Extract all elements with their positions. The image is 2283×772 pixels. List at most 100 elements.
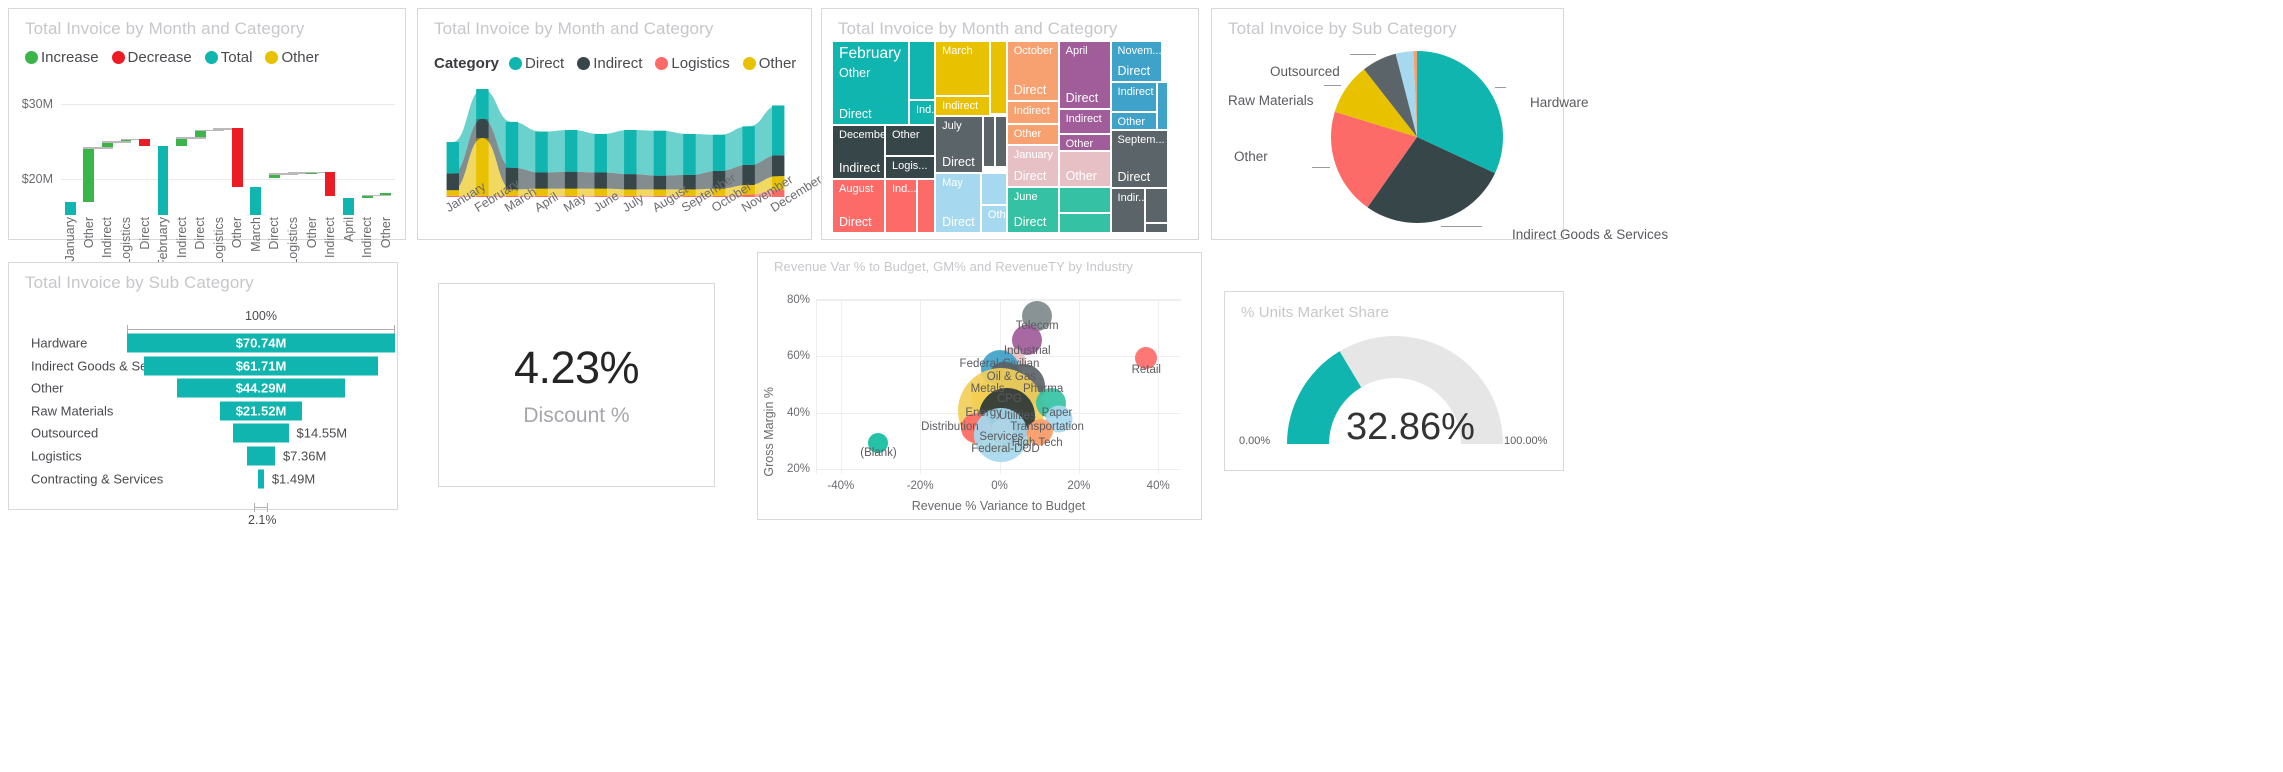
stream-column-other[interactable] [742,184,755,195]
treemap-cell[interactable]: Septem... Direct [1110,130,1168,188]
waterfall-bar[interactable] [324,171,336,196]
stream-column-direct[interactable] [505,121,519,168]
stream-column-other[interactable] [771,176,785,190]
treemap-cell[interactable] [995,115,1007,167]
stream-column-direct[interactable] [683,133,696,175]
scatter-plot[interactable]: -40% -20% 0% 20% 40% 20% 40% 60% 80% Telecom Indus… [758,283,1201,513]
treemap-cell[interactable] [908,41,936,100]
stream-column-direct[interactable] [712,134,726,171]
panel-stream-area[interactable]: Total Invoice by Month and Category Cate… [417,8,825,240]
stream-column-logistics[interactable] [653,195,667,197]
stream-column-direct[interactable] [624,129,637,175]
funnel-bar[interactable] [233,423,289,443]
treemap-cell[interactable]: Indirect [935,95,990,116]
stream-column-logistics[interactable] [564,195,578,197]
treemap-cell[interactable] [917,179,936,233]
stream-column-other[interactable] [683,189,696,196]
funnel-bar[interactable] [258,469,264,489]
panel-funnel[interactable]: Total Invoice by Sub Category 100% Hardwa… [8,262,398,527]
treemap-cell[interactable]: December Indirect [832,124,885,180]
stream-column-logistics[interactable] [712,195,726,197]
stream-column-indirect[interactable] [771,155,785,177]
stream-column-other[interactable] [505,189,519,196]
stream-column-indirect[interactable] [564,171,578,189]
panel-waterfall[interactable]: Total Invoice by Month and Category Incr… [8,8,406,336]
treemap-cell[interactable] [1157,82,1168,131]
panel-treemap[interactable]: Total Invoice by Month and Category Febr… [821,8,1199,240]
stream-column-logistics[interactable] [594,195,607,197]
legend-item-total[interactable]: Total [204,49,252,66]
stream-column-other[interactable] [564,188,578,196]
treemap-cell[interactable]: Other [884,124,936,157]
legend-item-direct[interactable]: Direct [509,55,564,72]
funnel-bar[interactable]: $44.29M [177,378,345,398]
waterfall-bar[interactable] [231,128,243,187]
stream-column-logistics[interactable] [771,189,785,197]
treemap-cell[interactable]: Other [1058,134,1111,152]
waterfall-bar[interactable] [64,201,76,215]
treemap-cell[interactable]: June Direct [1006,186,1059,233]
stream-column-other[interactable] [446,190,460,196]
treemap-cell[interactable]: Novem... Direct [1110,41,1163,83]
waterfall-bar[interactable] [250,186,262,215]
stream-column-indirect[interactable] [742,164,755,185]
stream-column-direct[interactable] [446,141,460,174]
stream-plot[interactable] [438,89,793,202]
stream-column-indirect[interactable] [712,170,726,189]
stream-column-logistics[interactable] [446,195,460,197]
waterfall-plot[interactable]: $30M $20M [22,97,395,215]
legend-item-other[interactable]: Other [742,55,796,72]
stream-column-logistics[interactable] [505,195,519,197]
funnel-bar[interactable] [247,446,275,466]
pie-svg[interactable] [1212,37,1565,251]
panel-scatter-bubble[interactable]: Revenue Var % to Budget, GM% and Revenue… [757,252,1202,520]
pie-plot[interactable]: Hardware Indirect Goods & Services Other Ra… [1212,37,1668,251]
waterfall-legend[interactable]: Increase Decrease Total Other [25,49,328,66]
treemap-cell[interactable] [1145,223,1168,233]
funnel-bar[interactable]: $61.71M [144,356,378,376]
stream-column-logistics[interactable] [683,195,696,197]
stream-column-direct[interactable] [535,131,548,173]
treemap-cell[interactable] [989,41,1007,114]
waterfall-bar[interactable] [343,197,354,215]
stream-column-indirect[interactable] [535,172,548,189]
gauge-plot[interactable]: 0.00% 100.00% 32.86% [1225,322,1563,487]
treemap-cell[interactable]: May Direct [935,173,981,233]
treemap-cell[interactable] [1058,212,1111,233]
stream-column-other[interactable] [712,188,726,196]
legend-item-logistics[interactable]: Logistics [655,55,730,72]
funnel-plot[interactable]: 100% Hardware $70.74M Indirect Goods & Ser…… [9,297,397,527]
treemap-cell[interactable] [980,173,1007,206]
panel-gauge[interactable]: % Units Market Share 0.00% 100.00% 32.86% [1224,291,1564,471]
treemap-plot[interactable]: February Other Direct Ind... December Indirec… [832,41,1190,233]
panel-pie[interactable]: Total Invoice by Sub Category Hardware In… [1211,8,1668,242]
stream-column-direct[interactable] [564,129,578,172]
waterfall-bar[interactable] [83,147,95,202]
stream-column-indirect[interactable] [624,174,637,190]
stream-column-indirect[interactable] [653,175,667,190]
treemap-cell[interactable]: Other [980,205,1007,233]
treemap-cell[interactable]: Indirect [1110,82,1158,113]
stream-column-indirect[interactable] [505,167,519,190]
treemap-cell[interactable]: August Direct [832,179,885,233]
treemap-cell[interactable]: Other [1058,151,1111,187]
stream-column-logistics[interactable] [476,195,489,197]
stream-column-logistics[interactable] [624,195,637,197]
treemap-cell[interactable]: Ind... [884,179,918,233]
stream-area-svg[interactable] [438,89,793,197]
stream-column-logistics[interactable] [535,195,548,197]
treemap-cell[interactable]: July Direct [935,115,983,174]
treemap-cell[interactable] [1145,187,1168,224]
stream-column-other[interactable] [653,189,667,196]
stream-column-logistics[interactable] [742,194,755,197]
treemap-cell[interactable]: March [935,41,990,96]
treemap-cell[interactable] [1058,186,1111,213]
treemap-cell[interactable]: Ind... [908,99,936,125]
treemap-cell[interactable]: Indirect [1006,100,1059,124]
stream-column-direct[interactable] [594,133,607,173]
treemap-cell[interactable]: Other [1110,112,1158,131]
treemap-cell[interactable] [982,115,996,167]
treemap-cell[interactable]: February Other Direct [832,41,909,125]
stream-column-indirect[interactable] [683,174,696,190]
treemap-cell[interactable]: Indir... [1110,187,1146,233]
